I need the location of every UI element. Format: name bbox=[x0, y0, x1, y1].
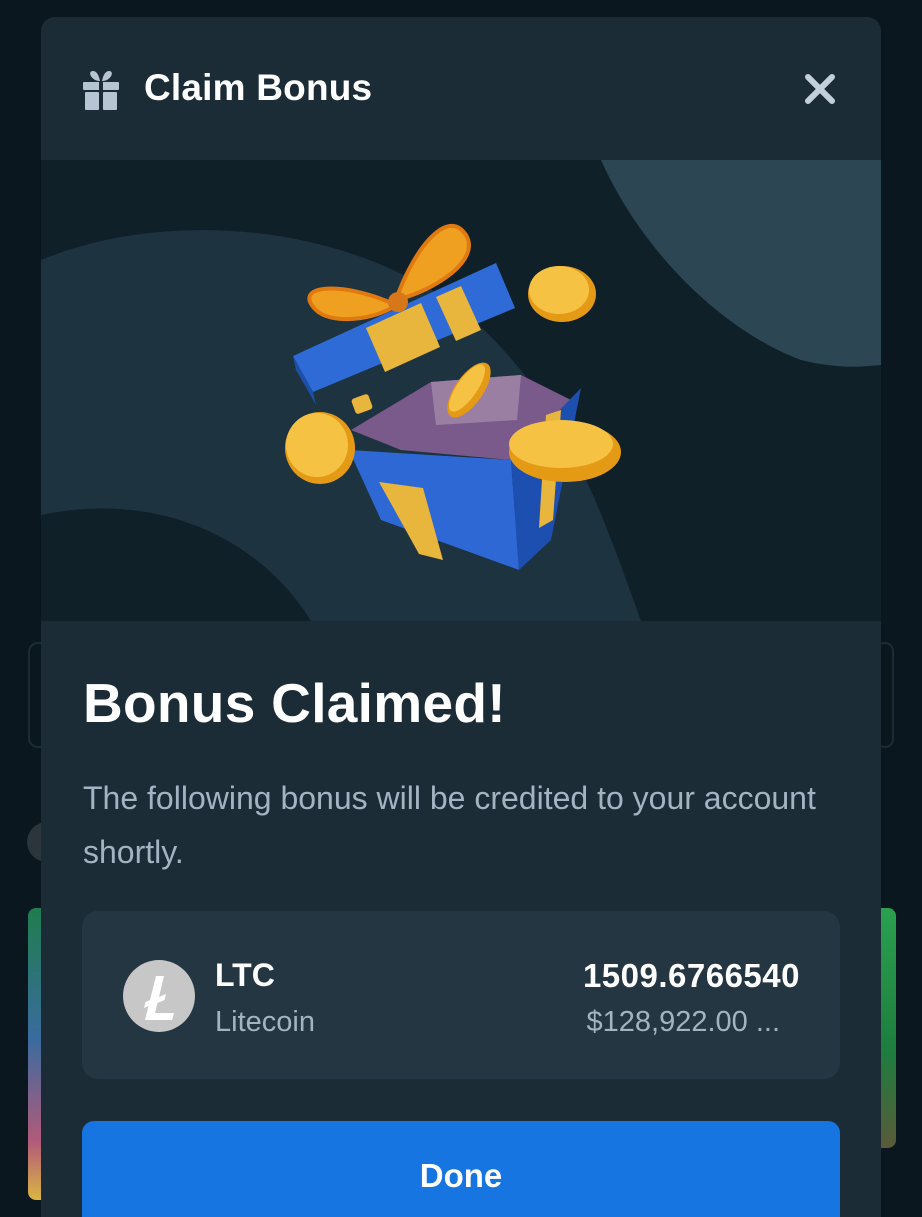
dialog-title: Claim Bonus bbox=[144, 67, 373, 108]
gift-box-illustration bbox=[41, 160, 881, 621]
close-icon[interactable] bbox=[803, 72, 837, 106]
dialog-header: Claim Bonus bbox=[41, 17, 881, 160]
litecoin-icon bbox=[123, 960, 195, 1032]
bonus-claimed-heading: Bonus Claimed! bbox=[83, 672, 506, 734]
bonus-description: The following bonus will be credited to … bbox=[83, 780, 816, 870]
done-button[interactable]: Done bbox=[82, 1121, 840, 1217]
gift-icon bbox=[83, 70, 119, 110]
currency-name: Litecoin bbox=[215, 1006, 315, 1038]
bonus-amount: 1509.6766540 bbox=[582, 957, 800, 994]
claim-bonus-dialog: Claim Bonus Bonus Claimed! The following… bbox=[41, 17, 881, 1217]
bonus-usd-value: $128,922.00 ... bbox=[586, 1006, 781, 1038]
bonus-card: LTC Litecoin 1509.6766540 $128,922.00 ..… bbox=[82, 911, 840, 1079]
done-button-label: Done bbox=[419, 1157, 503, 1194]
currency-symbol: LTC bbox=[215, 957, 275, 993]
hero-banner bbox=[41, 160, 881, 621]
